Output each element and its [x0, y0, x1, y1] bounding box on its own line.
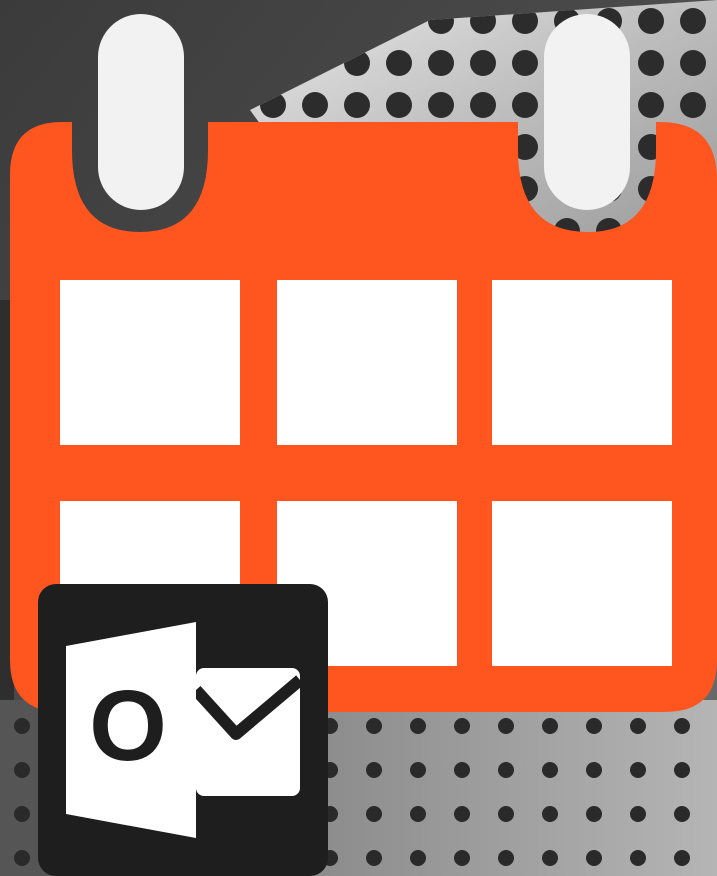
outlook-icon: O [38, 584, 328, 876]
envelope-icon [191, 668, 304, 796]
calendar-cell [277, 280, 457, 445]
scene: O [0, 0, 717, 876]
binder-ring-right [544, 14, 630, 210]
calendar-cell [492, 501, 672, 666]
binder-ring-left [98, 14, 184, 210]
calendar-cell [492, 280, 672, 445]
calendar-cell [60, 280, 240, 445]
outlook-letter: O [89, 670, 167, 782]
